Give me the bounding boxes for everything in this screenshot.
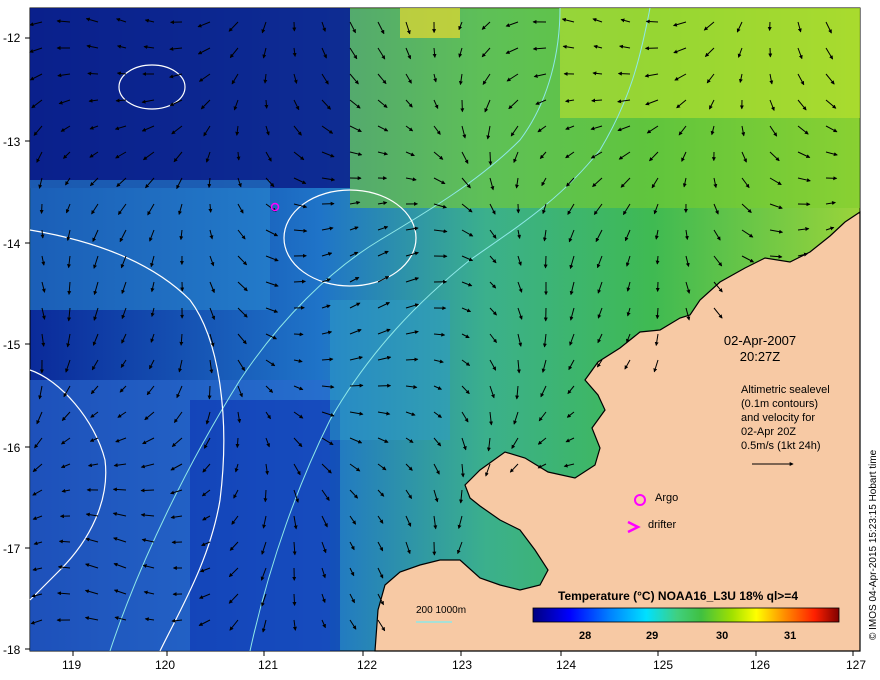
- date-annotation: 02-Apr-2007 20:27Z: [705, 333, 815, 365]
- x-tick-label: 120: [155, 658, 176, 672]
- drifter-label: drifter: [648, 519, 677, 531]
- x-tick-label: 124: [556, 658, 577, 672]
- velocity-arrow: [617, 71, 631, 76]
- velocity-arrow: [39, 203, 44, 214]
- argo-label: Argo: [655, 492, 679, 504]
- x-tick-label: 119: [62, 658, 82, 672]
- x-tick-label: 121: [258, 658, 279, 672]
- velocity-arrow: [235, 437, 240, 449]
- colorbar-title: Temperature (°C) NOAA16_L3U 18% ql>=4: [558, 589, 798, 603]
- y-tick-label: -14: [3, 237, 21, 251]
- velocity-arrow: [87, 71, 99, 76]
- velocity-arrow: [58, 539, 71, 544]
- y-tick-label: -17: [3, 542, 21, 556]
- date-line-1: 02-Apr-2007: [723, 333, 797, 348]
- info-line: 0.5m/s (1kt 24h): [741, 440, 821, 452]
- colorbar: [532, 607, 840, 623]
- velocity-arrow: [405, 357, 419, 362]
- velocity-arrow: [292, 593, 297, 607]
- y-tick-label: -13: [3, 135, 21, 149]
- credit-text: © IMOS 04-Apr-2015 15:23:15 Hobart time: [868, 449, 879, 640]
- info-line: and velocity for: [741, 412, 815, 424]
- velocity-arrow: [655, 307, 660, 320]
- velocity-arrow: [488, 151, 493, 166]
- colorbar-tick-label: 30: [716, 630, 729, 642]
- depth-legend-label: 200 1000m: [416, 605, 467, 616]
- x-tick-label: 123: [452, 658, 473, 672]
- x-tick-label: 127: [846, 658, 867, 672]
- info-line: Altimetric sealevel: [741, 384, 830, 396]
- velocity-arrow: [645, 19, 659, 24]
- velocity-arrow: [263, 489, 268, 503]
- y-tick-label: -15: [3, 338, 21, 352]
- velocity-arrow: [655, 255, 660, 265]
- y-axis-ticks: [25, 37, 30, 650]
- colorbar-tick-label: 29: [646, 630, 659, 642]
- y-tick-label: -18: [3, 643, 21, 657]
- colorbar-tick-label: 31: [784, 630, 797, 642]
- x-tick-label: 126: [750, 658, 771, 672]
- info-annotation: Altimetric sealevel (0.1m contours) and …: [741, 383, 830, 453]
- colorbar-tick-label: 28: [579, 630, 592, 642]
- velocity-arrow: [208, 203, 213, 213]
- velocity-arrow: [264, 99, 269, 109]
- x-tick-label: 122: [357, 658, 378, 672]
- velocity-arrow: [349, 383, 364, 388]
- x-tick-label: 125: [653, 658, 674, 672]
- velocity-arrow: [293, 332, 304, 337]
- velocity-arrow: [207, 385, 212, 400]
- x-axis-ticks: [72, 651, 854, 656]
- date-line-2: 20:27Z: [739, 349, 781, 364]
- y-tick-label: -12: [3, 31, 21, 45]
- velocity-arrow: [112, 487, 127, 492]
- info-line: 02-Apr 20Z: [741, 426, 797, 438]
- info-line: (0.1m contours): [741, 398, 819, 410]
- velocity-arrow: [543, 255, 548, 269]
- velocity-arrow: [140, 488, 155, 493]
- y-tick-label: -16: [3, 441, 21, 455]
- velocity-arrow: [293, 279, 306, 284]
